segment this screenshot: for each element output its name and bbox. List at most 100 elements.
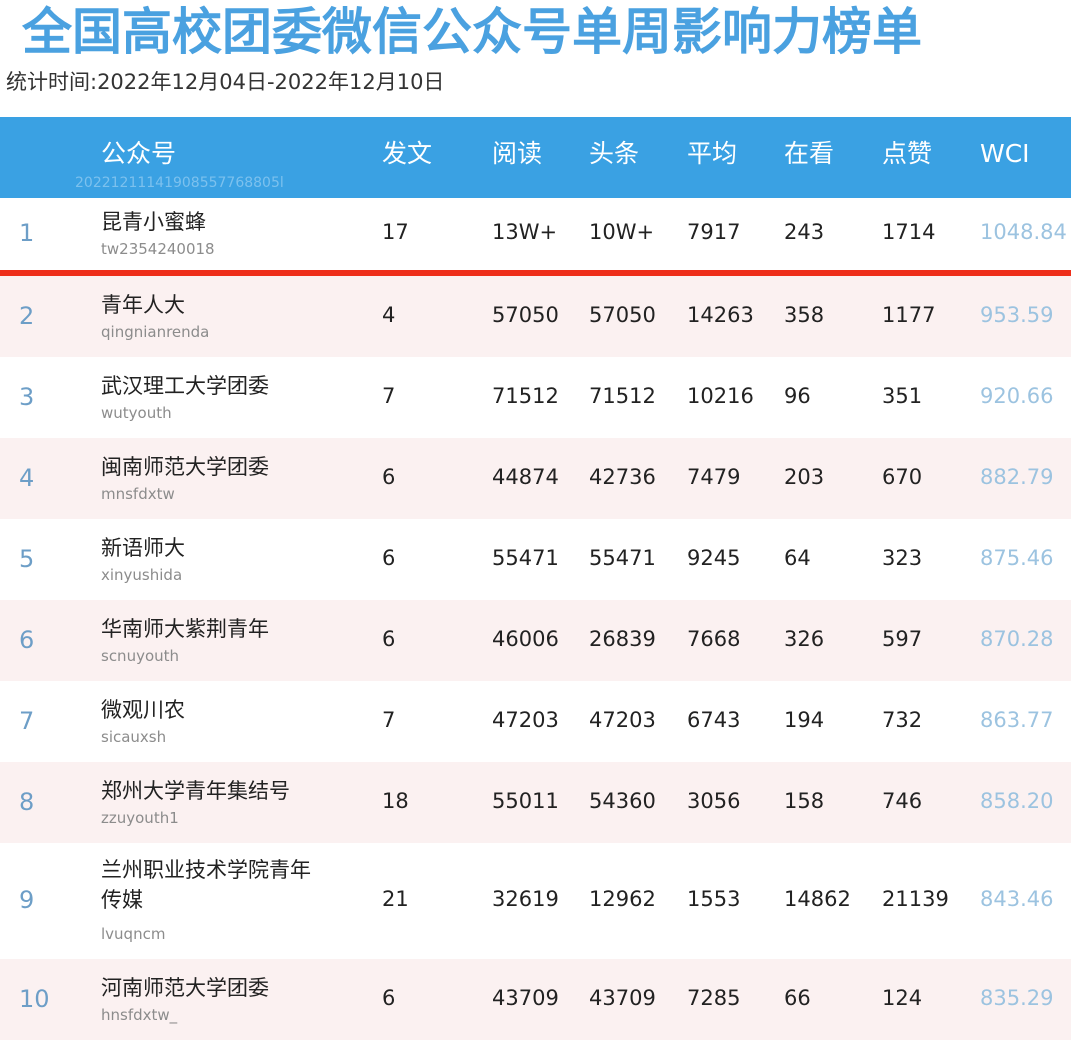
stat-period: 统计时间:2022年12月04日-2022年12月10日 <box>6 70 445 94</box>
cell-likes: 732 <box>882 707 923 732</box>
header-wci: WCI <box>980 139 1030 168</box>
cell-headline: 26839 <box>589 626 656 651</box>
rank-number: 1 <box>19 219 35 247</box>
cell-likes: 597 <box>882 626 923 651</box>
cell-average: 10216 <box>687 383 754 408</box>
cell-headline: 43709 <box>589 985 656 1010</box>
page-title: 全国高校团委微信公众号单周影响力榜单 <box>22 3 922 61</box>
cell-reads: 55011 <box>492 788 559 813</box>
cell-reads: 55471 <box>492 545 559 570</box>
cell-watching: 14862 <box>784 887 851 911</box>
cell-reads: 71512 <box>492 383 559 408</box>
cell-headline: 42736 <box>589 464 656 489</box>
header-reads: 阅读 <box>492 139 543 168</box>
cell-headline: 71512 <box>589 383 656 408</box>
cell-reads: 47203 <box>492 707 559 732</box>
cell-posts: 7 <box>382 707 396 732</box>
account-name: 昆青小蜜蜂 <box>101 210 206 234</box>
account-id: xinyushida <box>101 565 183 584</box>
cell-average: 7479 <box>687 464 741 489</box>
cell-wci: 870.28 <box>980 626 1054 651</box>
account-id: scnuyouth <box>101 646 180 665</box>
account-id: qingnianrenda <box>101 322 210 341</box>
cell-posts: 21 <box>382 887 409 911</box>
header-headline: 头条 <box>589 139 640 168</box>
header-likes: 点赞 <box>882 139 933 168</box>
cell-posts: 6 <box>382 545 396 570</box>
table-body: 1 昆青小蜜蜂 tw2354240018 17 13W+ 10W+ 7917 243 1714 1… <box>0 198 1071 1040</box>
cell-watching: 96 <box>784 383 811 408</box>
table-row: 7 微观川农 sicauxsh 7 47203 47203 6743 194 732 863.77 <box>0 681 1071 762</box>
rank-number: 9 <box>19 886 35 914</box>
table-header: 公众号 20221211141908557768805l 发文 阅读 头条 平均… <box>0 117 1071 198</box>
cell-wci: 835.29 <box>980 985 1054 1010</box>
cell-posts: 6 <box>382 985 396 1010</box>
cell-watching: 66 <box>784 985 811 1010</box>
account-id: sicauxsh <box>101 727 167 746</box>
cell-likes: 323 <box>882 545 923 570</box>
cell-likes: 351 <box>882 383 923 408</box>
cell-average: 3056 <box>687 788 741 813</box>
cell-posts: 7 <box>382 383 396 408</box>
table-row: 5 新语师大 xinyushida 6 55471 55471 9245 64 323 875.4… <box>0 519 1071 600</box>
cell-reads: 13W+ <box>492 220 558 244</box>
account-name: 新语师大 <box>101 535 185 560</box>
account-name: 闽南师范大学团委 <box>101 454 269 479</box>
table-row: 1 昆青小蜜蜂 tw2354240018 17 13W+ 10W+ 7917 243 1714 1… <box>0 198 1071 270</box>
rank-number: 5 <box>19 544 35 573</box>
account-name: 郑州大学青年集结号 <box>101 778 290 803</box>
cell-watching: 158 <box>784 788 825 813</box>
table-row: 9 兰州职业技术学院青年传媒 lvuqncm 21 32619 12962 1553 1486… <box>0 843 1071 959</box>
cell-headline: 10W+ <box>589 220 655 244</box>
cell-posts: 18 <box>382 788 409 813</box>
header-watching: 在看 <box>784 139 835 168</box>
account-name: 河南师范大学团委 <box>101 975 269 1000</box>
cell-wci: 858.20 <box>980 788 1054 813</box>
account-name: 武汉理工大学团委 <box>101 373 269 398</box>
cell-reads: 43709 <box>492 985 559 1010</box>
cell-reads: 46006 <box>492 626 559 651</box>
table-row: 3 武汉理工大学团委 wutyouth 7 71512 71512 10216 96 351 92… <box>0 357 1071 438</box>
header-posts: 发文 <box>382 139 433 168</box>
cell-likes: 746 <box>882 788 923 813</box>
rank-number: 4 <box>19 463 35 492</box>
rank-number: 7 <box>19 706 35 735</box>
cell-headline: 47203 <box>589 707 656 732</box>
table-row: 10 河南师范大学团委 hnsfdxtw_ 6 43709 43709 7285 66 124 8… <box>0 959 1071 1040</box>
header-account: 公众号 <box>101 139 177 168</box>
cell-watching: 358 <box>784 302 825 327</box>
rank-number: 6 <box>19 625 35 654</box>
cell-reads: 32619 <box>492 887 559 911</box>
header-average: 平均 <box>687 139 738 168</box>
rank-number: 10 <box>19 984 50 1013</box>
account-id: lvuqncm <box>101 925 166 943</box>
cell-average: 6743 <box>687 707 741 732</box>
cell-posts: 4 <box>382 302 396 327</box>
cell-wci: 882.79 <box>980 464 1054 489</box>
table-row: 8 郑州大学青年集结号 zzuyouth1 18 55011 54360 3056 158 74… <box>0 762 1071 843</box>
cell-watching: 203 <box>784 464 825 489</box>
cell-average: 7668 <box>687 626 741 651</box>
cell-watching: 194 <box>784 707 825 732</box>
table-row: 2 青年人大 qingnianrenda 4 57050 57050 14263 358 117… <box>0 276 1071 357</box>
cell-likes: 124 <box>882 985 923 1010</box>
cell-wci: 843.46 <box>980 887 1054 911</box>
ranking-table: 公众号 20221211141908557768805l 发文 阅读 头条 平均… <box>0 117 1071 1040</box>
cell-average: 7285 <box>687 985 741 1010</box>
account-id: zzuyouth1 <box>101 808 179 827</box>
account-name: 微观川农 <box>101 697 185 722</box>
rank-number: 3 <box>19 382 35 411</box>
account-id: hnsfdxtw_ <box>101 1005 178 1024</box>
account-id: mnsfdxtw <box>101 484 175 503</box>
cell-watching: 326 <box>784 626 825 651</box>
rank-number: 2 <box>19 301 35 330</box>
account-id: tw2354240018 <box>101 240 215 258</box>
cell-average: 1553 <box>687 887 741 911</box>
header-watermark-id: 20221211141908557768805l <box>75 175 284 191</box>
cell-wci: 875.46 <box>980 545 1054 570</box>
cell-headline: 55471 <box>589 545 656 570</box>
rank-number: 8 <box>19 787 35 816</box>
cell-headline: 57050 <box>589 302 656 327</box>
cell-wci: 1048.84 <box>980 220 1067 244</box>
cell-wci: 863.77 <box>980 707 1054 732</box>
